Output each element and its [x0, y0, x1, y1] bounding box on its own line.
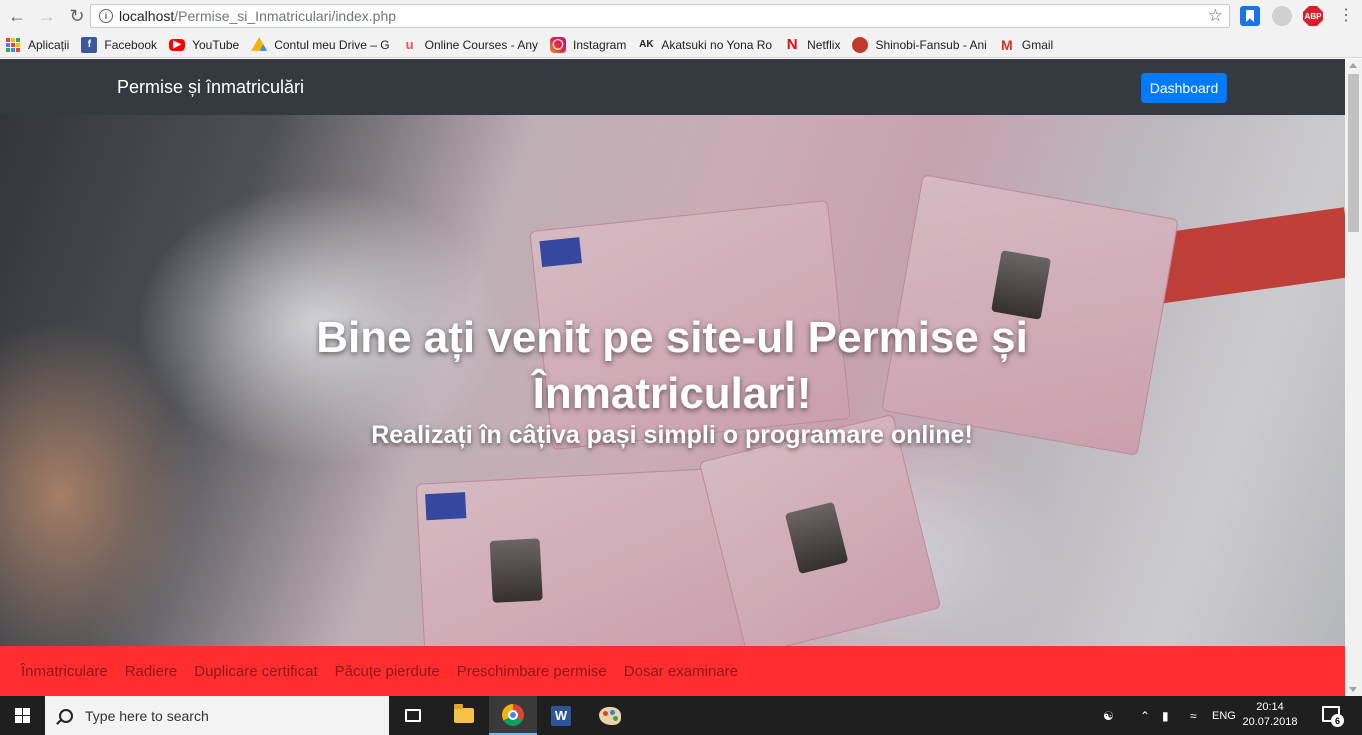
url-text: localhost/Permise_si_Inmatriculari/index…	[119, 8, 397, 24]
notification-count-badge: 6	[1331, 714, 1344, 727]
windows-taskbar: Type here to search W ☯ ⌃ ▮ ≈ ENG 20:14 …	[0, 696, 1362, 735]
bookmark-youtube[interactable]: ▶ YouTube	[169, 38, 239, 52]
back-arrow-icon[interactable]: ←	[4, 3, 30, 29]
bookmark-gmail[interactable]: M Gmail	[999, 37, 1053, 53]
show-hidden-icons-icon[interactable]: ⌃	[1140, 696, 1150, 735]
apps-grid-icon	[6, 37, 20, 52]
address-bar[interactable]: i localhost/Permise_si_Inmatriculari/ind…	[90, 4, 1230, 28]
bookmark-instagram[interactable]: ◯ Instagram	[550, 36, 626, 53]
instagram-icon: ◯	[550, 36, 566, 53]
menu-item-duplicare-certificat[interactable]: Duplicare certificat	[194, 663, 317, 680]
bookmark-extension-icon[interactable]	[1240, 6, 1260, 26]
discord-extension-icon[interactable]	[1272, 6, 1292, 26]
hero-title: Bine ați venit pe site-ul Permise și Înm…	[316, 313, 1028, 418]
battery-icon[interactable]: ▮	[1162, 696, 1169, 735]
file-explorer-button[interactable]	[440, 696, 488, 735]
hero-banner: Bine ați venit pe site-ul Permise și Înm…	[0, 115, 1345, 646]
browser-menu-icon[interactable]: ⋮	[1338, 6, 1354, 26]
clock-date: 20.07.2018	[1242, 716, 1298, 728]
scroll-down-arrow-icon[interactable]	[1349, 687, 1357, 692]
youtube-icon: ▶	[169, 38, 186, 51]
wifi-icon[interactable]: ≈	[1190, 696, 1197, 735]
menu-item-radiere[interactable]: Radiere	[125, 663, 178, 680]
bookmark-akatsuki[interactable]: AK Akatsuki no Yona Ro	[638, 37, 772, 53]
hero-subtitle: Realizați în câțiva pași simpli o progra…	[371, 421, 973, 449]
chrome-icon	[502, 703, 524, 726]
udemy-icon: u	[405, 37, 414, 52]
start-button[interactable]	[0, 696, 45, 735]
shinobi-icon	[852, 36, 869, 53]
search-placeholder: Type here to search	[85, 707, 209, 724]
bookmark-netflix[interactable]: N Netflix	[784, 36, 841, 53]
task-view-button[interactable]	[389, 696, 437, 735]
info-icon[interactable]: i	[99, 9, 113, 23]
search-icon	[59, 708, 73, 723]
language-indicator[interactable]: ENG	[1212, 696, 1236, 735]
bookmark-online-courses[interactable]: u Online Courses - Any	[402, 37, 538, 53]
task-view-icon	[405, 709, 421, 722]
site-brand[interactable]: Permise și înmatriculări	[117, 77, 304, 98]
paint-taskbar-button[interactable]	[586, 696, 634, 735]
scroll-up-arrow-icon[interactable]	[1349, 63, 1357, 68]
paint-icon	[599, 706, 621, 725]
menu-item-inmatriculare[interactable]: Înmatriculare	[21, 663, 108, 680]
bookmark-facebook[interactable]: f Facebook	[81, 36, 157, 53]
word-icon: W	[551, 705, 571, 726]
netflix-icon: N	[786, 36, 798, 53]
site-navbar: Permise și înmatriculări Dashboard	[0, 59, 1345, 115]
browser-toolbar: ← → ↻ i localhost/Permise_si_Inmatricula…	[0, 0, 1362, 32]
gmail-icon: M	[1001, 36, 1013, 53]
forward-arrow-icon[interactable]: →	[34, 3, 60, 29]
windows-logo-icon	[15, 708, 30, 723]
bookmark-drive[interactable]: Contul meu Drive – G	[251, 37, 390, 53]
folder-icon	[454, 704, 474, 723]
dashboard-button[interactable]: Dashboard	[1141, 73, 1227, 103]
word-taskbar-button[interactable]: W	[537, 696, 585, 735]
menu-item-placute-pierdute[interactable]: Păcuțe pierdute	[335, 663, 440, 680]
web-page: Permise și înmatriculări Dashboard Bine …	[0, 59, 1345, 696]
bookmark-shinobi[interactable]: Shinobi-Fansub - Ani	[852, 36, 987, 53]
ak-icon: AK	[639, 39, 654, 50]
menu-item-preschimbare-permise[interactable]: Preschimbare permise	[457, 663, 607, 680]
adblock-plus-icon[interactable]: ABP	[1303, 6, 1323, 26]
google-drive-icon	[251, 37, 268, 51]
bookmark-star-icon[interactable]: ☆	[1208, 6, 1223, 26]
clock-time: 20:14	[1256, 701, 1284, 713]
page-scrollbar[interactable]	[1345, 59, 1362, 696]
bookmarks-bar: Aplicații f Facebook ▶ YouTube Contul me…	[0, 32, 1362, 58]
people-icon[interactable]: ☯	[1103, 696, 1114, 735]
facebook-icon: f	[81, 36, 98, 53]
scroll-thumb[interactable]	[1348, 74, 1359, 232]
taskbar-search[interactable]: Type here to search	[45, 696, 389, 735]
reload-icon[interactable]: ↻	[64, 3, 90, 29]
services-menu: Înmatriculare Radiere Duplicare certific…	[0, 646, 1345, 696]
menu-item-dosar-examinare[interactable]: Dosar examinare	[624, 663, 738, 680]
bookmark-apps[interactable]: Aplicații	[6, 37, 69, 52]
chrome-taskbar-button[interactable]	[489, 696, 537, 735]
clock[interactable]: 20:14 20.07.2018	[1240, 700, 1300, 730]
